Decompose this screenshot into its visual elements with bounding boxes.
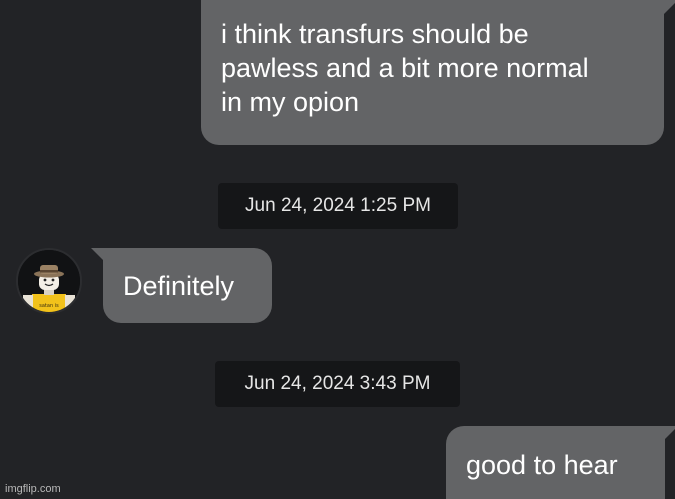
message-text-line: pawless and a bit more normal [221, 53, 589, 83]
bubble-tail [664, 0, 675, 14]
avatar[interactable]: satan is [16, 248, 82, 314]
chat-view: i think transfurs should be pawless and … [0, 0, 675, 499]
roblox-avatar-with-hat-icon: satan is [18, 250, 80, 312]
outgoing-message-bubble[interactable]: good to hear [446, 426, 675, 499]
bubble-tail [665, 426, 675, 439]
message-text-line: good to hear [466, 450, 618, 480]
outgoing-message-bubble[interactable]: i think transfurs should be pawless and … [201, 0, 675, 145]
message-text-line: in my opion [221, 87, 360, 117]
bubble-tail [91, 248, 103, 260]
incoming-message-bubble[interactable]: Definitely [91, 248, 272, 323]
avatar-shirt-text: satan is [39, 303, 59, 309]
message-text-line: i think transfurs should be [221, 19, 529, 49]
timestamp-divider: Jun 24, 2024 1:25 PM [218, 183, 458, 229]
watermark: imgflip.com [5, 483, 61, 495]
message-text-line: Definitely [123, 271, 235, 301]
timestamp-divider: Jun 24, 2024 3:43 PM [215, 361, 460, 407]
